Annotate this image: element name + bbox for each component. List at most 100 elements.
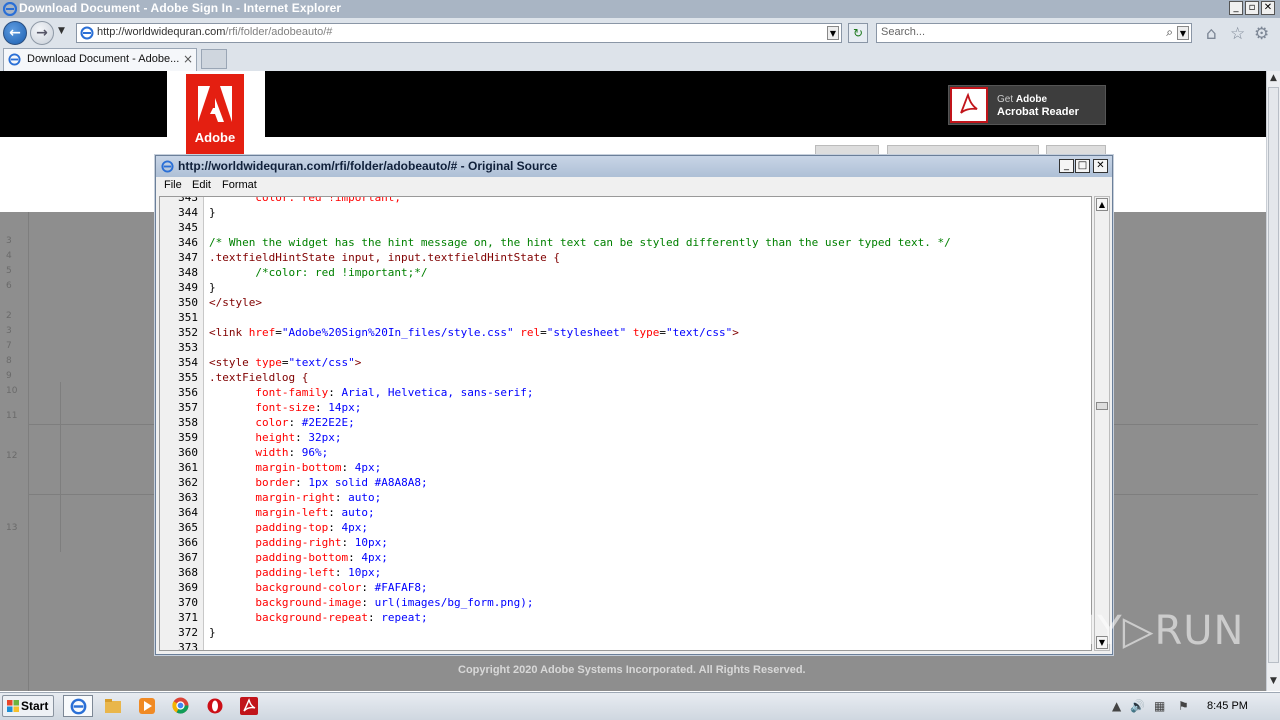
search-placeholder[interactable]: Search... [881, 26, 925, 38]
search-dropdown-button[interactable]: ▼ [1177, 26, 1189, 40]
line-number: 363 [178, 491, 198, 504]
source-code-area[interactable]: 343 344 345 346 347 348 349 350 351 352 353 354 355 3… [159, 196, 1092, 651]
forward-button[interactable]: → [30, 21, 54, 45]
favorites-icon[interactable]: ☆ [1230, 24, 1245, 44]
new-tab-button[interactable] [201, 49, 227, 69]
source-close-button[interactable]: ✕ [1093, 159, 1108, 173]
css-property-value: 14px; [328, 401, 362, 414]
code-line: padding-top: 4px; [209, 521, 368, 534]
scroll-down-arrow[interactable]: ▼ [1268, 676, 1279, 686]
code-value: "Adobe%20Sign%20In_files/style.css" [281, 326, 514, 339]
ie-taskbar-icon [70, 698, 87, 715]
clock[interactable]: 8:45 PM [1207, 700, 1248, 712]
code-line: /*color: red !important;*/ [209, 266, 427, 279]
source-scroll-thumb[interactable] [1096, 402, 1108, 410]
row-number: 4 [6, 251, 12, 261]
code-value: "stylesheet" [546, 326, 627, 339]
code-line: <link href="Adobe%20Sign%20In_files/styl… [209, 326, 739, 339]
code-tag: <style [209, 356, 256, 369]
recent-pages-dropdown[interactable]: ▼ [58, 26, 65, 36]
line-number: 343 [178, 196, 198, 204]
get-acrobat-reader-link[interactable]: Get Adobe Acrobat Reader [948, 85, 1106, 125]
browser-title-bar[interactable]: Download Document - Adobe Sign In - Inte… [0, 0, 1280, 19]
tab-bar: Download Document - Adobe... × [0, 48, 1280, 71]
scroll-up-arrow[interactable]: ▲ [1268, 73, 1279, 83]
back-button[interactable]: ← [3, 21, 27, 45]
code-colon: : [288, 416, 302, 429]
code-line: padding-bottom: 4px; [209, 551, 387, 564]
css-property-value: 1px solid #A8A8A8; [308, 476, 428, 489]
taskbar-chrome[interactable] [166, 695, 196, 717]
code-text: color: red !important; [209, 196, 402, 204]
code-attr: type [632, 326, 660, 339]
css-property-name: padding-left [255, 566, 335, 579]
source-scrollbar[interactable]: ▲ ▼ [1094, 196, 1110, 651]
code-tag: > [354, 356, 362, 369]
css-property-name: width [255, 446, 289, 459]
row-number: 11 [6, 411, 18, 421]
source-maximize-button[interactable]: □ [1075, 159, 1090, 173]
action-center-flag-icon[interactable]: ⚑ [1178, 699, 1189, 713]
code-line: } [209, 281, 216, 294]
tab-close-icon[interactable]: × [183, 52, 193, 66]
menu-file[interactable]: File [164, 179, 182, 191]
taskbar-internet-explorer[interactable] [63, 695, 93, 717]
refresh-button[interactable]: ↻ [848, 23, 868, 43]
css-property-value: #FAFAF8; [374, 581, 428, 594]
css-property-value: 10px; [348, 566, 382, 579]
css-property-value: #2E2E2E; [301, 416, 355, 429]
css-property-name: color [255, 416, 289, 429]
line-number: 350 [178, 296, 198, 309]
source-minimize-button[interactable]: _ [1059, 159, 1074, 173]
line-number: 366 [178, 536, 198, 549]
code-text: } [209, 206, 216, 219]
taskbar-opera[interactable] [200, 695, 230, 717]
code-colon: : [295, 476, 309, 489]
code-line: </style> [209, 296, 262, 309]
taskbar-explorer[interactable] [98, 695, 128, 717]
page-scrollbar[interactable]: ▲ ▼ [1266, 71, 1280, 691]
css-property-name: background-repeat [255, 611, 368, 624]
line-number: 372 [178, 626, 198, 639]
minimize-button[interactable]: _ [1229, 1, 1243, 15]
line-number: 360 [178, 446, 198, 459]
taskbar-acrobat[interactable] [234, 695, 264, 717]
menu-edit[interactable]: Edit [192, 179, 211, 191]
address-url[interactable]: http://worldwidequran.com/rfi/folder/ado… [97, 26, 332, 38]
search-box[interactable]: Search... ⌕ ▼ [876, 23, 1192, 43]
code-attr: type [255, 356, 282, 369]
source-window-title-bar[interactable]: http://worldwidequran.com/rfi/folder/ado… [156, 156, 1112, 177]
code-line: margin-left: auto; [209, 506, 374, 519]
anyrun-watermark: ANY▷RUN [1038, 608, 1245, 654]
line-number: 355 [178, 371, 198, 384]
start-button[interactable]: Start [2, 695, 54, 717]
line-number: 362 [178, 476, 198, 489]
code-colon: : [367, 611, 382, 624]
tab-label: Download Document - Adobe... [27, 53, 180, 65]
css-property-name: margin-left [255, 506, 329, 519]
home-icon[interactable]: ⌂ [1206, 24, 1217, 44]
tools-gear-icon[interactable]: ⚙ [1254, 24, 1269, 44]
address-bar[interactable]: http://worldwidequran.com/rfi/folder/ado… [76, 23, 842, 43]
close-button[interactable]: ✕ [1261, 1, 1275, 15]
address-dropdown-button[interactable]: ▼ [827, 26, 839, 40]
menu-format[interactable]: Format [222, 179, 257, 191]
tab-download-document[interactable]: Download Document - Adobe... × [3, 48, 197, 71]
restore-button[interactable]: ▫ [1245, 1, 1259, 15]
source-scroll-up-arrow[interactable]: ▲ [1096, 198, 1108, 211]
grid-line [60, 382, 61, 552]
taskbar-media-player[interactable] [132, 695, 162, 717]
volume-icon[interactable]: 🔊 [1130, 699, 1145, 713]
search-icon[interactable]: ⌕ [1166, 25, 1173, 40]
code-colon: : [361, 596, 375, 609]
tray-expand-icon[interactable]: ▲ [1112, 699, 1121, 713]
page-scroll-thumb[interactable] [1268, 87, 1279, 663]
css-property-name: height [255, 431, 296, 444]
code-colon: : [361, 581, 375, 594]
copyright-text: Copyright 2020 Adobe Systems Incorporate… [458, 664, 806, 676]
network-icon[interactable]: ▦ [1154, 699, 1165, 713]
css-property-name: background-image [255, 596, 362, 609]
